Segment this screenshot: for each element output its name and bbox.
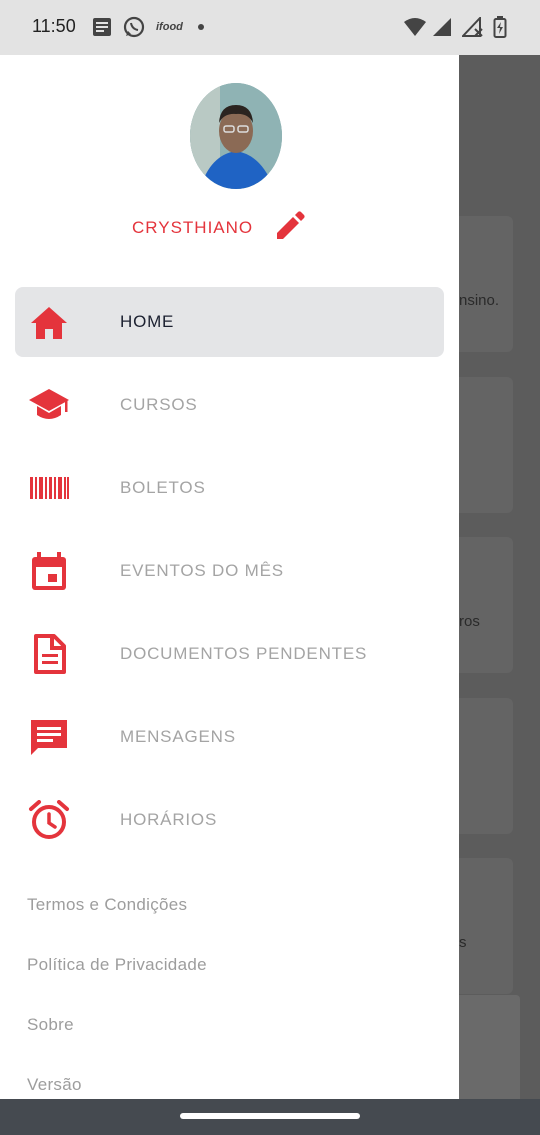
- whatsapp-icon: [123, 15, 145, 39]
- menu-item-boletos[interactable]: BOLETOS: [15, 453, 444, 523]
- menu-item-label: CURSOS: [120, 395, 198, 414]
- ifood-icon: ifood: [156, 21, 183, 33]
- home-gesture-handle[interactable]: [180, 1113, 360, 1119]
- wifi-icon: [403, 15, 427, 39]
- menu-item-cursos[interactable]: CURSOS: [15, 370, 444, 440]
- signal-icon: [432, 15, 452, 39]
- dot-icon: [197, 15, 205, 39]
- home-icon: [28, 302, 70, 342]
- background-card: nsino.: [459, 216, 513, 352]
- barcode-icon: [28, 468, 70, 508]
- user-name: CRYSTHIANO: [132, 218, 254, 237]
- signal-off-icon: [462, 15, 484, 39]
- background-card: ros: [459, 537, 513, 673]
- menu-item-documentos[interactable]: DOCUMENTOS PENDENTES: [15, 619, 444, 689]
- background-card-text: nsino.: [459, 292, 500, 309]
- graduation-cap-icon: [28, 385, 70, 425]
- navigation-drawer: CRYSTHIANO HOME CURSOS BOLETOS EVENTOS D…: [0, 55, 459, 1099]
- menu-item-label: HORÁRIOS: [120, 810, 218, 829]
- background-card: [459, 698, 513, 834]
- menu-item-label: DOCUMENTOS PENDENTES: [120, 644, 368, 663]
- alarm-clock-icon: [28, 800, 70, 840]
- news-icon: [92, 15, 112, 39]
- privacy-link[interactable]: Política de Privacidade: [27, 955, 207, 975]
- status-time: 11:50: [32, 16, 76, 36]
- background-card: [459, 377, 513, 513]
- about-link[interactable]: Sobre: [27, 1015, 74, 1035]
- menu-item-eventos[interactable]: EVENTOS DO MÊS: [15, 536, 444, 606]
- menu-item-home[interactable]: HOME: [15, 287, 444, 357]
- menu-item-label: HOME: [120, 312, 175, 331]
- avatar[interactable]: [190, 83, 282, 189]
- menu-item-label: EVENTOS DO MÊS: [120, 561, 284, 580]
- navigation-bar: [0, 1099, 540, 1135]
- user-row: CRYSTHIANO: [0, 210, 459, 242]
- version-link[interactable]: Versão: [27, 1075, 82, 1095]
- background-card-text: s: [459, 934, 467, 951]
- menu-item-horarios[interactable]: HORÁRIOS: [15, 785, 444, 855]
- calendar-icon: [28, 551, 70, 591]
- document-icon: [28, 634, 70, 674]
- menu-item-label: MENSAGENS: [120, 727, 236, 746]
- message-icon: [28, 717, 70, 757]
- background-button: [459, 995, 520, 1099]
- status-bar: 11:50 ifood: [0, 0, 540, 55]
- menu-item-mensagens[interactable]: MENSAGENS: [15, 702, 444, 772]
- background-card-text: ros: [459, 613, 480, 630]
- menu-item-label: BOLETOS: [120, 478, 206, 497]
- pencil-icon[interactable]: [274, 210, 306, 242]
- background-page[interactable]: nsino. ros s: [459, 55, 540, 1099]
- terms-link[interactable]: Termos e Condições: [27, 895, 187, 915]
- battery-charging-icon: [493, 15, 507, 39]
- background-card: s: [459, 858, 513, 994]
